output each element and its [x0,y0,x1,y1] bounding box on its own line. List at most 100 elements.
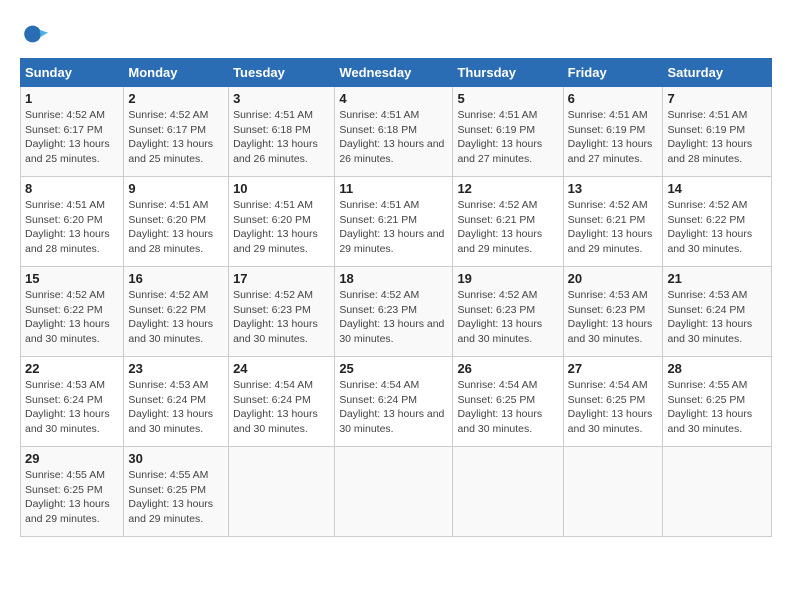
col-header-wednesday: Wednesday [335,59,453,87]
day-info: Sunrise: 4:52 AMSunset: 6:23 PMDaylight:… [457,289,542,345]
day-number: 15 [25,271,119,286]
day-cell-23: 23 Sunrise: 4:53 AMSunset: 6:24 PMDaylig… [124,357,229,447]
calendar-week-1: 1 Sunrise: 4:52 AMSunset: 6:17 PMDayligh… [21,87,772,177]
day-info: Sunrise: 4:51 AMSunset: 6:21 PMDaylight:… [339,199,444,255]
day-number: 27 [568,361,659,376]
day-info: Sunrise: 4:55 AMSunset: 6:25 PMDaylight:… [25,469,110,525]
day-cell-19: 19 Sunrise: 4:52 AMSunset: 6:23 PMDaylig… [453,267,563,357]
day-number: 12 [457,181,558,196]
day-cell-14: 14 Sunrise: 4:52 AMSunset: 6:22 PMDaylig… [663,177,772,267]
day-number: 23 [128,361,224,376]
calendar-week-3: 15 Sunrise: 4:52 AMSunset: 6:22 PMDaylig… [21,267,772,357]
day-info: Sunrise: 4:55 AMSunset: 6:25 PMDaylight:… [667,379,752,435]
day-number: 25 [339,361,448,376]
day-info: Sunrise: 4:54 AMSunset: 6:24 PMDaylight:… [339,379,444,435]
day-cell-2: 2 Sunrise: 4:52 AMSunset: 6:17 PMDayligh… [124,87,229,177]
day-cell-29: 29 Sunrise: 4:55 AMSunset: 6:25 PMDaylig… [21,447,124,537]
col-header-thursday: Thursday [453,59,563,87]
day-number: 30 [128,451,224,466]
col-header-sunday: Sunday [21,59,124,87]
day-cell-12: 12 Sunrise: 4:52 AMSunset: 6:21 PMDaylig… [453,177,563,267]
day-info: Sunrise: 4:52 AMSunset: 6:22 PMDaylight:… [128,289,213,345]
day-number: 10 [233,181,330,196]
day-number: 8 [25,181,119,196]
day-info: Sunrise: 4:53 AMSunset: 6:24 PMDaylight:… [667,289,752,345]
day-info: Sunrise: 4:52 AMSunset: 6:22 PMDaylight:… [25,289,110,345]
empty-cell [335,447,453,537]
day-number: 21 [667,271,767,286]
day-cell-27: 27 Sunrise: 4:54 AMSunset: 6:25 PMDaylig… [563,357,663,447]
day-cell-15: 15 Sunrise: 4:52 AMSunset: 6:22 PMDaylig… [21,267,124,357]
day-number: 6 [568,91,659,106]
calendar-week-2: 8 Sunrise: 4:51 AMSunset: 6:20 PMDayligh… [21,177,772,267]
day-number: 28 [667,361,767,376]
day-number: 14 [667,181,767,196]
day-number: 20 [568,271,659,286]
empty-cell [453,447,563,537]
day-number: 4 [339,91,448,106]
day-number: 3 [233,91,330,106]
day-cell-25: 25 Sunrise: 4:54 AMSunset: 6:24 PMDaylig… [335,357,453,447]
day-cell-26: 26 Sunrise: 4:54 AMSunset: 6:25 PMDaylig… [453,357,563,447]
day-info: Sunrise: 4:52 AMSunset: 6:17 PMDaylight:… [25,109,110,165]
day-cell-9: 9 Sunrise: 4:51 AMSunset: 6:20 PMDayligh… [124,177,229,267]
day-info: Sunrise: 4:53 AMSunset: 6:24 PMDaylight:… [128,379,213,435]
day-cell-1: 1 Sunrise: 4:52 AMSunset: 6:17 PMDayligh… [21,87,124,177]
day-info: Sunrise: 4:52 AMSunset: 6:21 PMDaylight:… [457,199,542,255]
day-info: Sunrise: 4:51 AMSunset: 6:20 PMDaylight:… [128,199,213,255]
day-info: Sunrise: 4:51 AMSunset: 6:19 PMDaylight:… [568,109,653,165]
day-number: 29 [25,451,119,466]
day-cell-3: 3 Sunrise: 4:51 AMSunset: 6:18 PMDayligh… [229,87,335,177]
day-number: 9 [128,181,224,196]
day-cell-16: 16 Sunrise: 4:52 AMSunset: 6:22 PMDaylig… [124,267,229,357]
calendar-week-5: 29 Sunrise: 4:55 AMSunset: 6:25 PMDaylig… [21,447,772,537]
calendar-header-row: SundayMondayTuesdayWednesdayThursdayFrid… [21,59,772,87]
day-info: Sunrise: 4:52 AMSunset: 6:23 PMDaylight:… [233,289,318,345]
day-number: 26 [457,361,558,376]
logo-icon [20,20,48,48]
day-info: Sunrise: 4:54 AMSunset: 6:25 PMDaylight:… [457,379,542,435]
day-info: Sunrise: 4:53 AMSunset: 6:23 PMDaylight:… [568,289,653,345]
day-cell-13: 13 Sunrise: 4:52 AMSunset: 6:21 PMDaylig… [563,177,663,267]
col-header-monday: Monday [124,59,229,87]
day-cell-8: 8 Sunrise: 4:51 AMSunset: 6:20 PMDayligh… [21,177,124,267]
day-info: Sunrise: 4:52 AMSunset: 6:17 PMDaylight:… [128,109,213,165]
day-info: Sunrise: 4:51 AMSunset: 6:20 PMDaylight:… [233,199,318,255]
day-number: 11 [339,181,448,196]
day-cell-5: 5 Sunrise: 4:51 AMSunset: 6:19 PMDayligh… [453,87,563,177]
day-info: Sunrise: 4:52 AMSunset: 6:21 PMDaylight:… [568,199,653,255]
day-number: 5 [457,91,558,106]
day-info: Sunrise: 4:52 AMSunset: 6:22 PMDaylight:… [667,199,752,255]
day-cell-7: 7 Sunrise: 4:51 AMSunset: 6:19 PMDayligh… [663,87,772,177]
day-info: Sunrise: 4:52 AMSunset: 6:23 PMDaylight:… [339,289,444,345]
day-cell-4: 4 Sunrise: 4:51 AMSunset: 6:18 PMDayligh… [335,87,453,177]
day-number: 13 [568,181,659,196]
day-number: 24 [233,361,330,376]
day-cell-17: 17 Sunrise: 4:52 AMSunset: 6:23 PMDaylig… [229,267,335,357]
day-cell-20: 20 Sunrise: 4:53 AMSunset: 6:23 PMDaylig… [563,267,663,357]
day-cell-10: 10 Sunrise: 4:51 AMSunset: 6:20 PMDaylig… [229,177,335,267]
calendar-week-4: 22 Sunrise: 4:53 AMSunset: 6:24 PMDaylig… [21,357,772,447]
day-cell-11: 11 Sunrise: 4:51 AMSunset: 6:21 PMDaylig… [335,177,453,267]
day-info: Sunrise: 4:51 AMSunset: 6:18 PMDaylight:… [339,109,444,165]
day-info: Sunrise: 4:55 AMSunset: 6:25 PMDaylight:… [128,469,213,525]
day-cell-24: 24 Sunrise: 4:54 AMSunset: 6:24 PMDaylig… [229,357,335,447]
day-info: Sunrise: 4:51 AMSunset: 6:20 PMDaylight:… [25,199,110,255]
day-number: 2 [128,91,224,106]
empty-cell [229,447,335,537]
day-info: Sunrise: 4:51 AMSunset: 6:19 PMDaylight:… [667,109,752,165]
day-cell-22: 22 Sunrise: 4:53 AMSunset: 6:24 PMDaylig… [21,357,124,447]
day-cell-28: 28 Sunrise: 4:55 AMSunset: 6:25 PMDaylig… [663,357,772,447]
logo [20,20,54,48]
day-number: 18 [339,271,448,286]
day-info: Sunrise: 4:53 AMSunset: 6:24 PMDaylight:… [25,379,110,435]
day-number: 7 [667,91,767,106]
day-number: 17 [233,271,330,286]
day-cell-6: 6 Sunrise: 4:51 AMSunset: 6:19 PMDayligh… [563,87,663,177]
col-header-friday: Friday [563,59,663,87]
day-number: 22 [25,361,119,376]
empty-cell [663,447,772,537]
day-cell-18: 18 Sunrise: 4:52 AMSunset: 6:23 PMDaylig… [335,267,453,357]
day-info: Sunrise: 4:54 AMSunset: 6:25 PMDaylight:… [568,379,653,435]
day-number: 19 [457,271,558,286]
